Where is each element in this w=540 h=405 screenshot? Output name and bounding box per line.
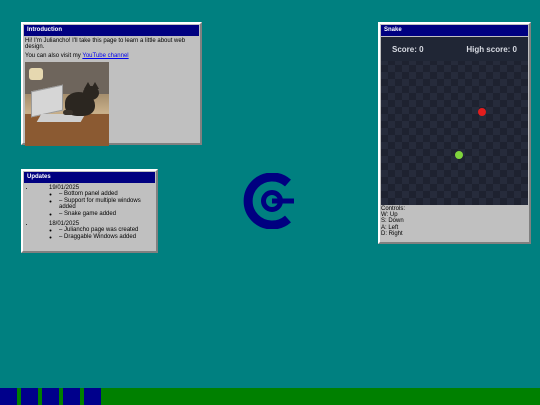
photo-cat-ear <box>91 82 99 89</box>
update-entry: 19/01/2025 – Bottom panel added – Suppor… <box>35 185 156 217</box>
snake-head <box>455 151 463 159</box>
snake-controls: Controls: W: Up S: Down A: Left D: Right <box>380 205 529 238</box>
food-dot <box>478 108 486 116</box>
intro-photo <box>25 62 109 146</box>
intro-text: Hi! I'm Juliancho! I'll take this page t… <box>25 38 186 50</box>
update-items: – Juliancho page was created – Draggable… <box>49 227 156 240</box>
intro-body: Hi! I'm Juliancho! I'll take this page t… <box>23 37 200 147</box>
intro-visit-text: You can also visit my YouTube channel <box>25 53 198 59</box>
youtube-link[interactable]: YouTube channel <box>82 53 128 59</box>
taskbar <box>0 388 540 405</box>
intro-visit-prefix: You can also visit my <box>25 53 83 59</box>
score-label: Score: 0 <box>392 44 424 54</box>
snake-titlebar[interactable]: Snake <box>381 25 528 36</box>
taskbar-button[interactable] <box>63 388 80 405</box>
taskbar-button[interactable] <box>0 388 17 405</box>
updates-list: 19/01/2025 – Bottom panel added – Suppor… <box>23 185 156 240</box>
update-item: – Draggable Windows added <box>59 234 156 241</box>
photo-laptop <box>31 84 63 118</box>
photo-lamp <box>29 68 43 80</box>
photo-cat-paw <box>63 110 73 115</box>
taskbar-button[interactable] <box>42 388 59 405</box>
update-item: – Support for multiple windows added <box>59 198 156 211</box>
updates-window[interactable]: Updates 19/01/2025 – Bottom panel added … <box>21 169 158 253</box>
taskbar-button[interactable] <box>84 388 101 405</box>
snake-game-board[interactable]: Score: 0 High score: 0 <box>381 37 528 205</box>
update-items: – Bottom panel added – Support for multi… <box>49 191 156 217</box>
high-score-label: High score: 0 <box>466 44 517 54</box>
control-right: D: Right <box>381 230 403 237</box>
update-entry: 18/01/2025 – Juliancho page was created … <box>35 221 156 240</box>
circle-logo-icon <box>243 173 294 229</box>
update-item: – Snake game added <box>59 211 156 218</box>
intro-window[interactable]: Introduction Hi! I'm Juliancho! I'll tak… <box>21 22 202 147</box>
updates-titlebar[interactable]: Updates <box>24 172 155 183</box>
score-bar: Score: 0 High score: 0 <box>381 37 528 61</box>
taskbar-button[interactable] <box>21 388 38 405</box>
snake-window[interactable]: Snake Score: 0 High score: 0 Controls: W… <box>378 22 531 244</box>
intro-titlebar[interactable]: Introduction <box>24 25 199 36</box>
